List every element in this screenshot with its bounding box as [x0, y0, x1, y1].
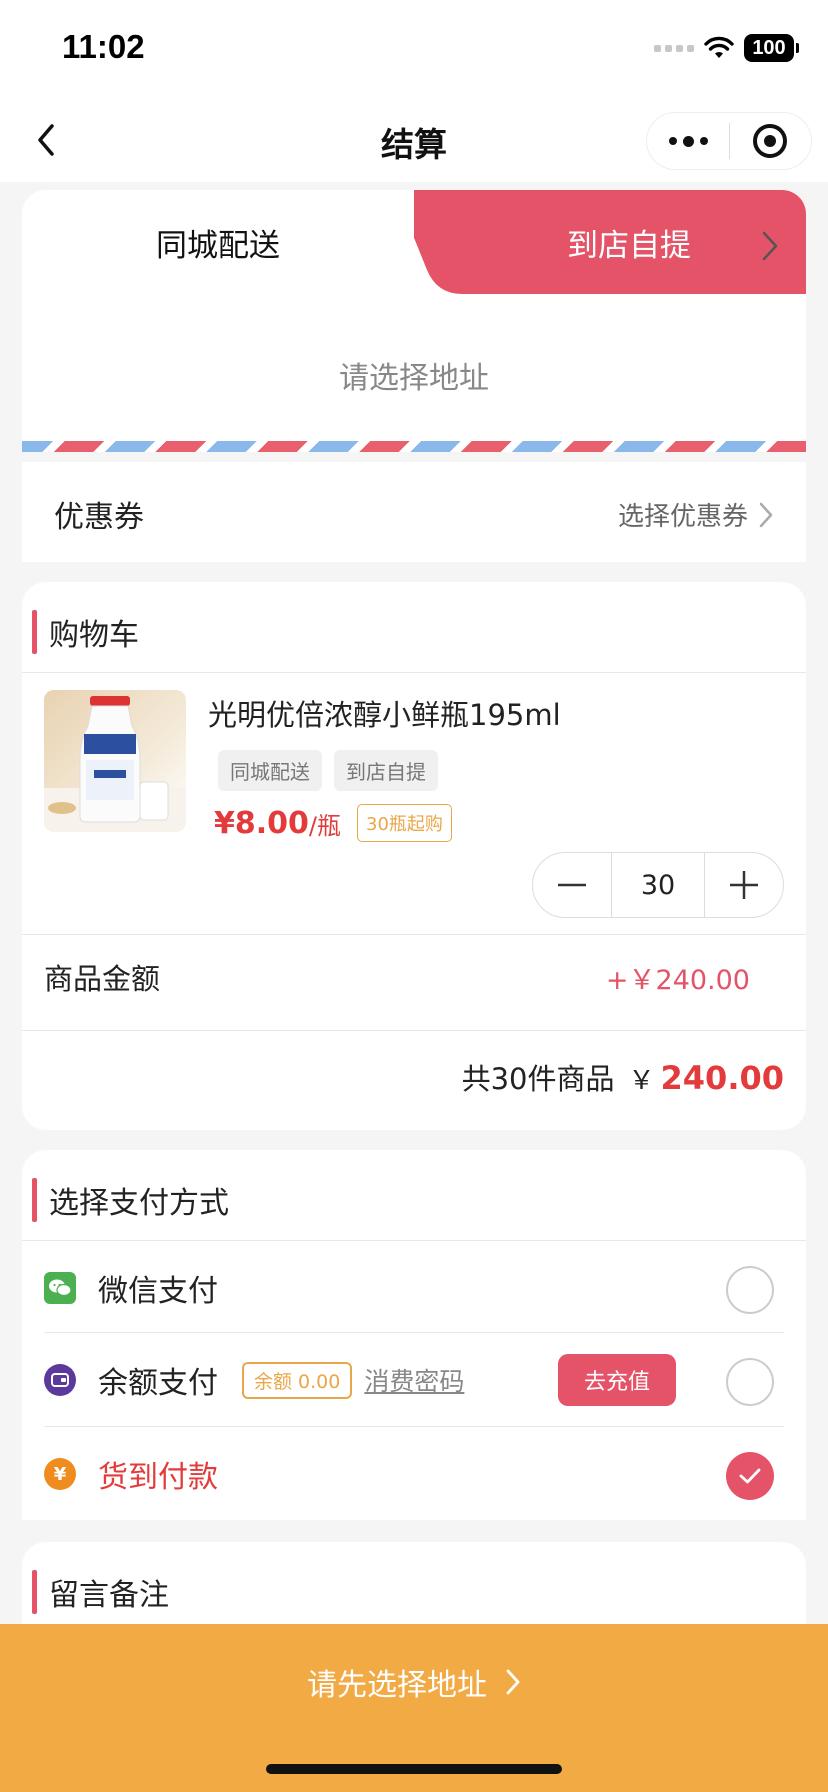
- wifi-icon: [704, 36, 734, 58]
- radio-cod[interactable]: [726, 1452, 774, 1500]
- total-value: 240.00: [660, 1059, 784, 1097]
- total-row: 共30件商品 ￥ 240.00: [462, 1056, 784, 1098]
- status-time: 11:02: [62, 28, 145, 65]
- section-marker: [32, 610, 37, 654]
- balance-badge: 余额 0.00: [242, 1361, 353, 1399]
- target-icon: [753, 124, 788, 158]
- coupon-selector[interactable]: 选择优惠券: [618, 496, 774, 533]
- price-row: ¥8.00 /瓶 30瓶起购: [214, 804, 452, 842]
- payment-password-link[interactable]: 消费密码: [364, 1362, 464, 1398]
- divider: [22, 934, 806, 935]
- submit-button[interactable]: 请先选择地址: [0, 1650, 828, 1714]
- payment-header: 选择支付方式: [22, 1178, 229, 1222]
- product-tags: 同城配送 到店自提: [218, 750, 438, 791]
- chevron-right-icon: [759, 502, 773, 527]
- chevron-right-icon: [506, 1669, 520, 1695]
- total-currency: ￥: [628, 1066, 655, 1096]
- quantity-value[interactable]: 30: [611, 853, 705, 917]
- divider: [22, 1030, 806, 1031]
- bottom-bar: 请先选择地址: [0, 1624, 828, 1792]
- pay-option-label: 微信支付: [98, 1274, 218, 1309]
- radio-balance[interactable]: [726, 1358, 774, 1406]
- coupon-row[interactable]: 优惠券 选择优惠券: [22, 462, 806, 562]
- address-selector[interactable]: 请选择地址: [22, 320, 806, 430]
- payment-card: 选择支付方式 微信支付 余额支付 余额 0.00 消费密码 去充值 ¥ 货到付款: [22, 1150, 806, 1520]
- nav-bar: 结算: [0, 100, 828, 182]
- plus-icon: [730, 871, 758, 899]
- recharge-button[interactable]: 去充值: [558, 1354, 676, 1406]
- more-button[interactable]: [647, 113, 729, 169]
- tag-store-pickup: 到店自提: [334, 750, 438, 791]
- yen-icon: ¥: [44, 1458, 76, 1490]
- min-purchase-badge: 30瓶起购: [357, 804, 452, 842]
- product-image[interactable]: [44, 690, 186, 832]
- coupon-label: 优惠券: [54, 500, 144, 535]
- amount-label: 商品金额: [44, 962, 161, 996]
- coupon-value: 选择优惠券: [617, 502, 748, 532]
- chevron-right-icon: [762, 231, 778, 261]
- milk-bottle-icon: [44, 696, 186, 832]
- section-marker: [32, 1178, 37, 1222]
- pay-option-wechat[interactable]: 微信支付: [44, 1242, 784, 1334]
- wallet-icon: [44, 1364, 76, 1396]
- total-count: 共30件商品: [461, 1062, 615, 1096]
- radio-wechat[interactable]: [726, 1266, 774, 1314]
- divider: [22, 1240, 806, 1241]
- payment-title: 选择支付方式: [49, 1186, 229, 1221]
- delivery-card: 同城配送 到店自提 请选择地址: [22, 190, 806, 452]
- pay-option-label: 余额支付: [98, 1366, 218, 1401]
- cart-header: 购物车: [22, 610, 139, 654]
- divider: [22, 672, 806, 673]
- quantity-stepper: 30: [532, 852, 784, 918]
- cart-title: 购物车: [49, 618, 139, 653]
- status-bar: 11:02 100: [0, 0, 828, 100]
- checkmark-icon: [739, 1468, 761, 1484]
- tab-store-pickup[interactable]: 到店自提: [452, 190, 806, 294]
- divider: [44, 1426, 784, 1427]
- section-marker: [32, 1570, 37, 1614]
- pay-option-balance[interactable]: 余额支付 余额 0.00 消费密码 去充值: [44, 1334, 784, 1426]
- minus-icon: [558, 883, 586, 887]
- mini-program-capsule: [646, 112, 812, 170]
- tag-city-delivery: 同城配送: [218, 750, 322, 791]
- signal-icon: [654, 44, 694, 52]
- home-indicator: [266, 1764, 562, 1774]
- remark-title: 留言备注: [49, 1578, 169, 1613]
- amount-value: +￥240.00: [605, 965, 750, 996]
- product-price: ¥8.00: [214, 805, 309, 841]
- close-miniprogram-button[interactable]: [730, 113, 811, 169]
- tab-city-delivery[interactable]: 同城配送: [22, 190, 414, 294]
- decrease-button[interactable]: [533, 853, 611, 917]
- price-unit: /瓶: [308, 811, 341, 840]
- pay-option-cod[interactable]: ¥ 货到付款: [44, 1428, 784, 1520]
- remark-header: 留言备注: [22, 1570, 169, 1614]
- cart-card: 购物车 光明优倍浓醇小鲜瓶195ml 同城配送 到店自提 ¥8.00 /瓶 30…: [22, 582, 806, 1130]
- address-placeholder: 请选择地址: [339, 361, 489, 396]
- pay-option-label: 货到付款: [98, 1460, 218, 1495]
- divider: [44, 1332, 784, 1333]
- increase-button[interactable]: [705, 853, 783, 917]
- status-icons: 100: [654, 34, 799, 62]
- submit-label: 请先选择地址: [307, 1668, 487, 1703]
- product-name: 光明优倍浓醇小鲜瓶195ml: [208, 698, 561, 732]
- battery-icon: 100: [744, 34, 799, 62]
- wechat-pay-icon: [44, 1272, 76, 1304]
- airmail-border: [22, 441, 806, 452]
